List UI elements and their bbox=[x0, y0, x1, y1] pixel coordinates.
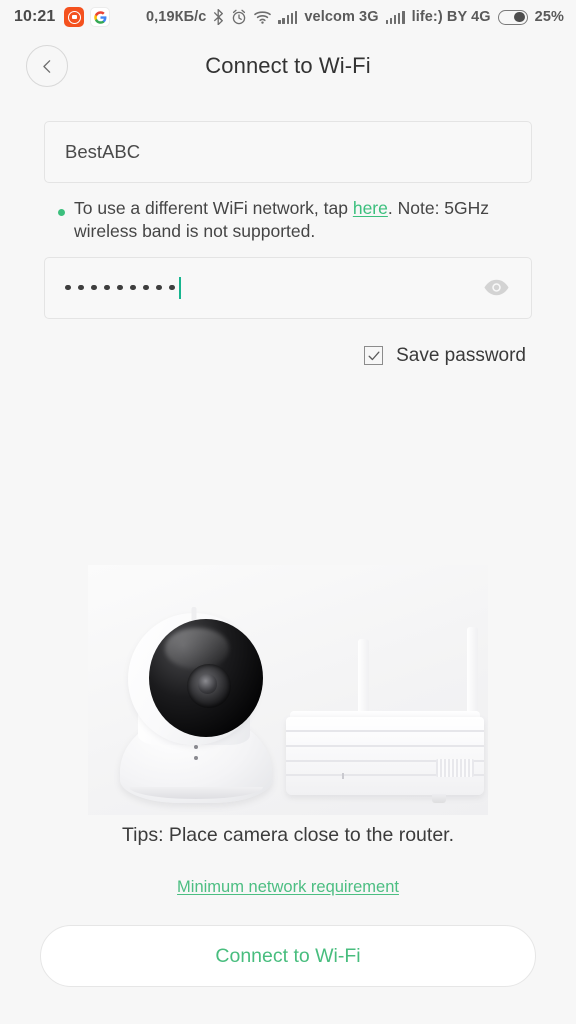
camera-lens bbox=[186, 663, 231, 708]
status-notification-icons bbox=[64, 7, 111, 27]
status-clock: 10:21 bbox=[14, 8, 56, 25]
camera-dome bbox=[149, 619, 263, 737]
router-led bbox=[342, 773, 344, 779]
minimum-network-requirement-row: Minimum network requirement bbox=[0, 878, 576, 897]
camera-router-illustration bbox=[0, 565, 576, 815]
carrier-two-label: life:) BY 4G bbox=[411, 9, 491, 25]
illustration-canvas bbox=[88, 565, 488, 815]
password-input[interactable] bbox=[44, 256, 532, 319]
page-header: Connect to Wi-Fi bbox=[0, 34, 576, 98]
chevron-left-icon bbox=[42, 59, 50, 73]
router-vent bbox=[436, 759, 474, 777]
hint-prefix: To use a different WiFi network, tap bbox=[74, 198, 353, 218]
router-body bbox=[286, 717, 484, 795]
ssid-value: BestABC bbox=[65, 141, 141, 162]
data-rate-text: 0,19КБ/c bbox=[146, 9, 207, 25]
change-network-link[interactable]: here bbox=[353, 198, 388, 218]
network-hint: To use a different WiFi network, tap her… bbox=[44, 197, 532, 244]
router-graphic bbox=[286, 623, 484, 803]
camera-app-icon bbox=[64, 7, 85, 27]
signal-bars-icon-1 bbox=[278, 10, 298, 24]
connect-to-wifi-button[interactable]: Connect to Wi-Fi bbox=[40, 925, 536, 987]
battery-icon bbox=[497, 9, 528, 25]
password-masked-value bbox=[65, 258, 175, 318]
wifi-icon bbox=[254, 10, 272, 24]
security-camera-graphic bbox=[116, 607, 276, 803]
status-bar: 10:21 0,19КБ/c velcom 3G life:) BY 4G 25… bbox=[0, 0, 576, 34]
google-icon bbox=[90, 7, 111, 27]
ssid-input[interactable]: BestABC bbox=[44, 121, 532, 183]
check-icon bbox=[368, 351, 380, 360]
page-title: Connect to Wi-Fi bbox=[205, 53, 371, 78]
wifi-form: BestABC To use a different WiFi network,… bbox=[0, 121, 576, 367]
router-foot bbox=[432, 794, 446, 803]
connect-to-wifi-screen: 10:21 0,19КБ/c velcom 3G life:) BY 4G 25… bbox=[0, 0, 576, 1024]
camera-head bbox=[128, 607, 263, 745]
carrier-one-label: velcom 3G bbox=[304, 9, 379, 25]
status-right-cluster: 0,19КБ/c velcom 3G life:) BY 4G 25% bbox=[146, 9, 564, 25]
tips-text: Tips: Place camera close to the router. bbox=[121, 824, 454, 846]
eye-icon bbox=[483, 279, 509, 296]
signal-bars-icon-2 bbox=[385, 10, 405, 24]
bluetooth-icon bbox=[213, 9, 224, 25]
minimum-network-requirement-link[interactable]: Minimum network requirement bbox=[177, 878, 399, 896]
network-hint-text: To use a different WiFi network, tap her… bbox=[74, 197, 528, 244]
camera-indicator-dots bbox=[194, 745, 198, 767]
toggle-password-visibility-button[interactable] bbox=[481, 277, 511, 299]
battery-percent-label: 25% bbox=[534, 9, 564, 25]
save-password-label: Save password bbox=[396, 344, 526, 366]
connect-to-wifi-button-label: Connect to Wi-Fi bbox=[215, 944, 361, 967]
text-caret bbox=[178, 276, 181, 299]
bullet-icon bbox=[58, 209, 65, 216]
alarm-icon bbox=[231, 9, 247, 25]
save-password-checkbox[interactable] bbox=[364, 346, 384, 366]
back-button[interactable] bbox=[26, 45, 68, 87]
save-password-row[interactable]: Save password bbox=[44, 345, 532, 367]
